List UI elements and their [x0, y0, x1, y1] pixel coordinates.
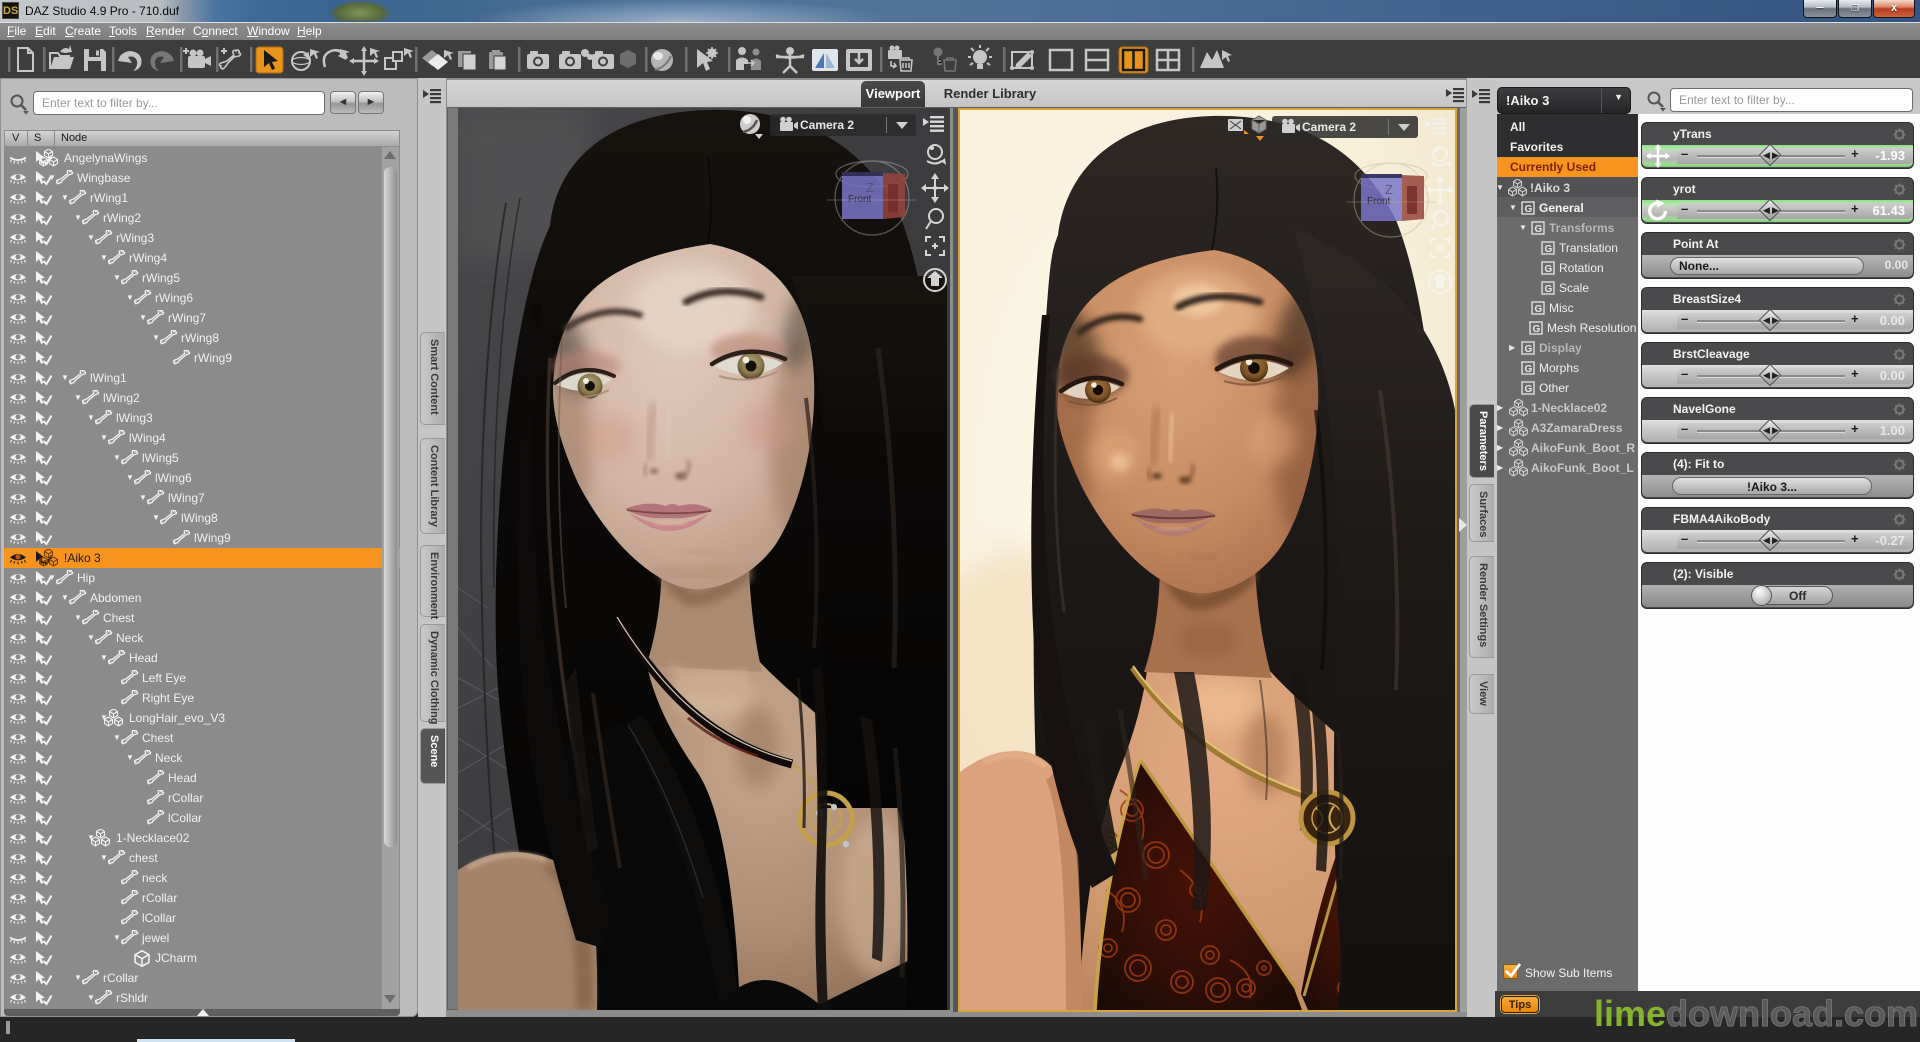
svg-text:G: G — [1525, 344, 1533, 355]
svg-text:Z: Z — [1385, 182, 1393, 197]
svg-text:G: G — [1525, 384, 1533, 395]
svg-text:Camera 2: Camera 2 — [800, 118, 854, 132]
svg-text:G: G — [1545, 244, 1553, 255]
svg-text:G: G — [1533, 324, 1541, 335]
svg-text:G: G — [1535, 304, 1543, 315]
svg-text:G: G — [1545, 264, 1553, 275]
svg-text:G: G — [1525, 204, 1533, 215]
svg-text:G: G — [1525, 364, 1533, 375]
svg-text:G: G — [1535, 224, 1543, 235]
svg-text:Z: Z — [866, 180, 874, 195]
svg-text:G: G — [1545, 284, 1553, 295]
svg-text:Camera 2: Camera 2 — [1302, 120, 1356, 134]
